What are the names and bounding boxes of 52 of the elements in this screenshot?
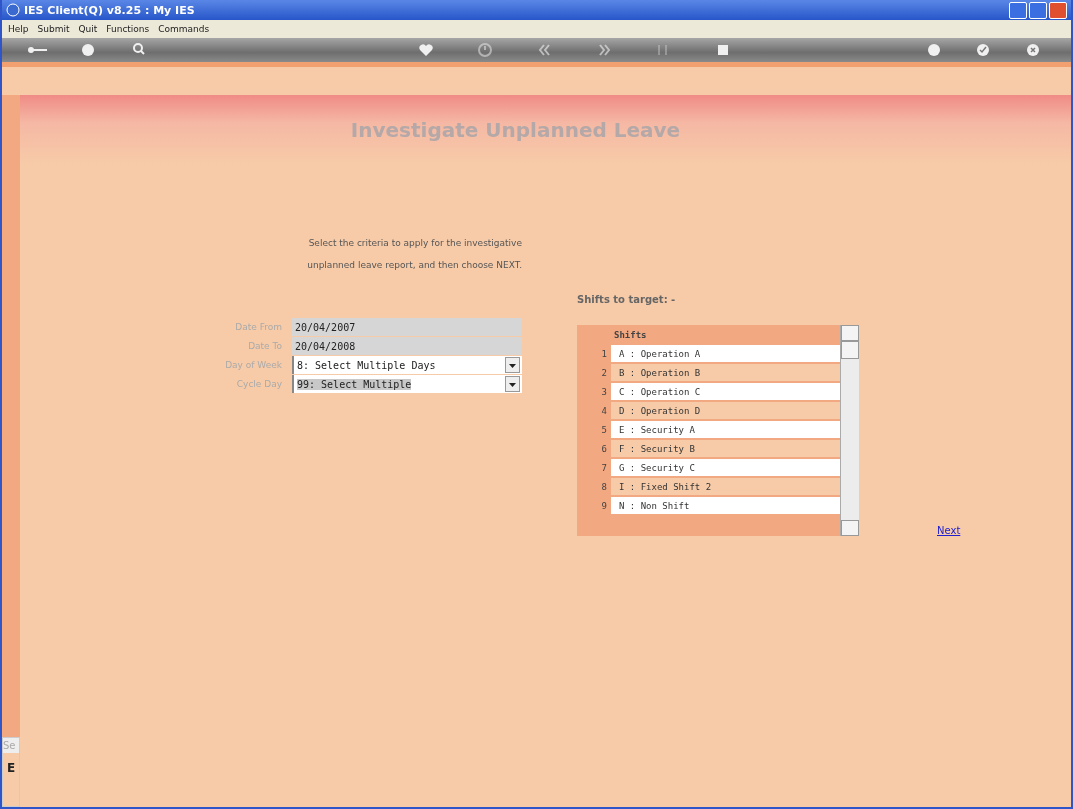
menu-item[interactable]: Help: [8, 24, 29, 34]
menu-item[interactable]: Quit: [78, 24, 98, 34]
page-title: Investigate Unplanned Leave: [350, 118, 681, 142]
shifts-heading: Shifts to target: -: [577, 294, 677, 305]
dropdown-field[interactable]: 99: Select Multiple: [292, 375, 522, 393]
window-title: IES Client(Q) v8.25 : My IES: [24, 3, 195, 17]
table-cell[interactable]: C : Operation C: [611, 383, 840, 400]
menu-item[interactable]: Submit: [37, 24, 70, 34]
panel-letter: E: [7, 761, 17, 775]
clock-icon: [478, 43, 493, 57]
menu-item[interactable]: Functions: [106, 24, 150, 34]
minimize-button[interactable]: [1009, 1, 1027, 19]
instructions-text: Select the criteria to apply for the investigative unplanned leave report, and then choose NEXT.: [306, 237, 522, 272]
field-label: Date From: [234, 322, 282, 332]
double-right-icon: [599, 44, 611, 56]
input-field[interactable]: 20/04/2008: [292, 337, 522, 355]
maximize-button[interactable]: [1029, 1, 1047, 19]
row-number: 5: [600, 423, 608, 437]
row-number: 2: [600, 366, 608, 380]
table-cell[interactable]: F : Security B: [611, 440, 840, 457]
table-cell[interactable]: I : Fixed Shift 2: [611, 478, 840, 495]
key-icon: [28, 47, 48, 53]
row-number: 1: [600, 347, 608, 361]
row-number: 6: [600, 442, 608, 456]
app-icon: [6, 3, 20, 17]
field-label: Date To: [247, 341, 282, 351]
double-left-icon: [538, 44, 550, 56]
next-link[interactable]: Next: [937, 525, 961, 536]
dropdown-field[interactable]: 8: Select Multiple Days: [292, 356, 522, 374]
input-field[interactable]: 20/04/2007: [292, 318, 522, 336]
table-cell[interactable]: B : Operation B: [611, 364, 840, 381]
field-label: Cycle Day: [235, 379, 282, 389]
scrollbar[interactable]: [840, 325, 859, 536]
table-cell[interactable]: A : Operation A: [611, 345, 840, 362]
row-number: 3: [600, 385, 608, 399]
close-icon: [1026, 44, 1039, 56]
row-number: 7: [600, 461, 608, 475]
table-cell[interactable]: G : Security C: [611, 459, 840, 476]
menu-item[interactable]: Commands: [158, 24, 210, 34]
row-number: 4: [600, 404, 608, 418]
close-button[interactable]: [1049, 1, 1067, 19]
table-cell[interactable]: D : Operation D: [611, 402, 840, 419]
field-label: Day of Week: [225, 360, 282, 370]
table-cell[interactable]: N : Non Shift: [611, 497, 840, 514]
column-header: Shifts: [613, 328, 648, 342]
search-icon: [132, 43, 145, 55]
check-icon: [977, 44, 990, 56]
table-cell[interactable]: E : Security A: [611, 421, 840, 438]
row-number: 9: [600, 499, 608, 513]
row-number: 8: [600, 480, 608, 494]
stop-icon: [717, 45, 728, 55]
heart-icon: [419, 44, 433, 56]
